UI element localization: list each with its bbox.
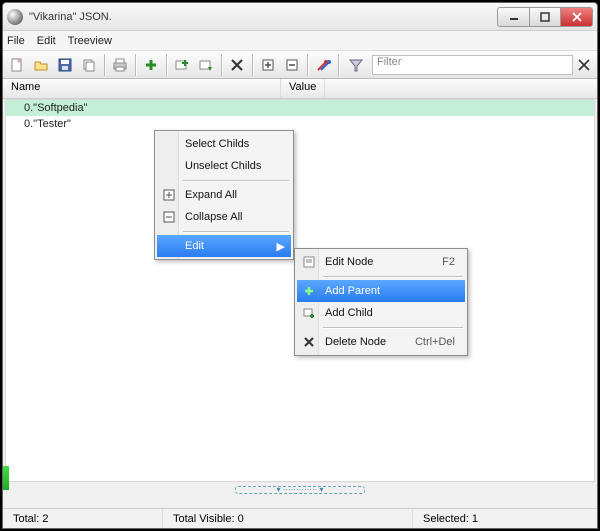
window-title: "Vikarina" JSON. xyxy=(29,11,497,23)
toolbar-separator xyxy=(252,54,253,76)
expand-all-button[interactable] xyxy=(256,53,280,77)
status-total: Total: 2 xyxy=(3,509,163,528)
menu-collapse-all[interactable]: Collapse All xyxy=(157,206,291,228)
delete-button[interactable] xyxy=(225,53,249,77)
status-bar: Total: 2 Total Visible: 0 Selected: 1 xyxy=(3,508,597,528)
title-bar: "Vikarina" JSON. xyxy=(3,3,597,31)
tree-row[interactable]: 0."Softpedia" xyxy=(6,100,594,116)
filter-group: Filter xyxy=(342,53,573,77)
arrow-right-icon: ▶ xyxy=(277,240,285,253)
tree-row[interactable]: 0."Tester" xyxy=(6,116,594,132)
context-menu: Select Childs Unselect Childs Expand All… xyxy=(154,130,294,260)
menu-separator xyxy=(323,276,463,277)
add-child-button[interactable] xyxy=(194,53,218,77)
column-name[interactable]: Name xyxy=(3,79,281,98)
tree-view[interactable]: 0."Softpedia" 0."Tester" Select Childs U… xyxy=(5,99,595,482)
menu-treeview[interactable]: Treeview xyxy=(68,35,112,47)
column-value[interactable]: Value xyxy=(281,79,325,98)
collapse-all-button[interactable] xyxy=(280,53,304,77)
close-button[interactable] xyxy=(561,7,593,27)
menu-edit-node[interactable]: Edit Node F2 xyxy=(297,251,465,273)
shortcut-label: Ctrl+Del xyxy=(415,336,455,348)
menu-add-parent[interactable]: Add Parent xyxy=(297,280,465,302)
grip-icon: ▾ ············· ▾ xyxy=(235,486,365,494)
add-parent-button[interactable] xyxy=(170,53,194,77)
menu-unselect-childs[interactable]: Unselect Childs xyxy=(157,155,291,177)
toolbar: Filter xyxy=(3,51,597,79)
edit-icon xyxy=(301,254,317,270)
bottom-area: ▾ ············· ▾ Total: 2 Total Visible… xyxy=(3,482,597,528)
minus-icon xyxy=(161,209,177,225)
menu-edit-submenu[interactable]: Edit ▶ xyxy=(157,235,291,257)
app-window: "Vikarina" JSON. File Edit Treeview xyxy=(2,2,598,529)
selection-indicator xyxy=(3,466,9,490)
toolbar-separator xyxy=(166,54,167,76)
status-selected: Selected: 1 xyxy=(413,509,597,528)
minimize-button[interactable] xyxy=(497,7,529,27)
menu-add-child[interactable]: Add Child xyxy=(297,302,465,324)
menu-expand-all[interactable]: Expand All xyxy=(157,184,291,206)
window-controls xyxy=(497,7,593,27)
splitter[interactable]: ▾ ············· ▾ xyxy=(3,482,597,496)
menu-separator xyxy=(323,327,463,328)
toolbar-separator xyxy=(135,54,136,76)
toolbar-separator xyxy=(104,54,105,76)
delete-icon xyxy=(301,334,317,350)
column-headers: Name Value xyxy=(3,79,597,99)
menu-select-childs[interactable]: Select Childs xyxy=(157,133,291,155)
print-button[interactable] xyxy=(108,53,132,77)
context-submenu: Edit Node F2 Add Parent Add Child Delete… xyxy=(294,248,468,356)
toolbar-separator xyxy=(338,54,339,76)
maximize-button[interactable] xyxy=(529,7,561,27)
shortcut-label: F2 xyxy=(442,256,455,268)
add-button[interactable] xyxy=(139,53,163,77)
app-icon xyxy=(7,9,23,25)
menu-delete-node[interactable]: Delete Node Ctrl+Del xyxy=(297,331,465,353)
copy-button[interactable] xyxy=(77,53,101,77)
save-button[interactable] xyxy=(53,53,77,77)
status-visible: Total Visible: 0 xyxy=(163,509,413,528)
close-panel-button[interactable] xyxy=(573,54,595,76)
toolbar-separator xyxy=(307,54,308,76)
menu-edit[interactable]: Edit xyxy=(37,35,56,47)
menu-file[interactable]: File xyxy=(7,35,25,47)
toolbar-separator xyxy=(221,54,222,76)
open-button[interactable] xyxy=(29,53,53,77)
add-child-icon xyxy=(301,305,317,321)
plus-icon xyxy=(161,187,177,203)
filter-icon[interactable] xyxy=(344,53,368,77)
menu-separator xyxy=(183,180,289,181)
menu-separator xyxy=(183,231,289,232)
settings-button[interactable] xyxy=(311,53,335,77)
filter-input[interactable]: Filter xyxy=(372,55,573,75)
menu-bar: File Edit Treeview xyxy=(3,31,597,51)
add-parent-icon xyxy=(301,283,317,299)
new-button[interactable] xyxy=(5,53,29,77)
